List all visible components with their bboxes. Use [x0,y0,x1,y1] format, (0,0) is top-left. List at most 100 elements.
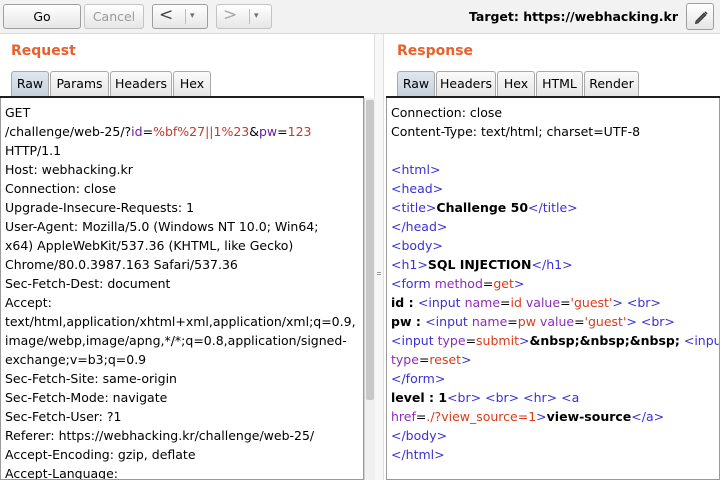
html-tag: <h1> [391,257,428,272]
back-arrow-icon: < [159,5,174,25]
html-tag: <hr> [523,390,558,405]
request-line: Connection: close [5,181,117,196]
html-tag: </title> [528,200,578,215]
request-line: x64) AppleWebKit/537.36 (KHTML, like Gec… [5,238,294,253]
html-tag: <input [425,314,468,329]
go-button[interactable]: Go [3,4,81,29]
button-separator [249,9,250,24]
request-line: Referer: https://webhacking.kr/challenge… [5,428,315,443]
attr-name: type [391,352,419,367]
forward-dropdown-icon[interactable]: ▾ [254,5,259,28]
request-line: Sec-Fetch-Site: same-origin [5,371,177,386]
html-tag: </h1> [531,257,573,272]
response-line: href=./?view_source=1>view-source</a> [391,409,665,424]
request-scroll-thumb[interactable] [366,100,374,400]
html-tag: > [461,352,472,367]
html-tag: </head> [391,219,448,234]
tab-response-html[interactable]: HTML [536,71,583,97]
forward-button[interactable]: > ▾ [216,4,272,29]
attr-name: value [525,295,561,310]
response-line: <input type=submit>&nbsp;&nbsp;&nbsp; <i… [391,331,719,350]
response-line: <title>Challenge 50</title> [391,198,715,217]
response-line: <form method=get> [391,276,525,291]
html-tag: </form> [391,371,446,386]
pw-label: pw : [391,314,426,329]
html-tag: <form [391,276,431,291]
request-line: exchange;v=b3;q=0.9 [5,352,147,367]
back-dropdown-icon[interactable]: ▾ [190,5,195,28]
request-line: GET [5,105,31,120]
html-tag: <br> [447,390,482,405]
attr-value: pw [517,314,536,329]
response-line: Connection: close [391,105,503,120]
response-editor[interactable]: Connection: close Content-Type: text/htm… [386,98,720,480]
attr-value: get [493,276,514,291]
request-line: Sec-Fetch-User: ?1 [5,409,122,424]
html-tag: > [518,333,530,348]
splitter-grip[interactable] [377,272,381,275]
response-line: type=reset> [391,352,472,367]
attr-name: value [539,314,575,329]
attr-value: 'guest' [584,314,627,329]
tab-response-headers[interactable]: Headers [436,71,496,97]
toolbar: Go Cancel < ▾ > ▾ Target: https://webhac… [0,0,720,34]
nbsp-text: &nbsp;&nbsp;&nbsp; [529,333,680,348]
tab-request-params[interactable]: Params [50,71,109,97]
html-tag: </html> [391,447,445,462]
html-tag: <html> [391,162,441,177]
tab-response-raw[interactable]: Raw [397,71,435,97]
request-line: image/webp,image/apng,*/*;q=0.8,applicat… [5,333,347,348]
html-tag: > [513,276,525,291]
html-tag: > [612,295,623,310]
response-line: </form> [391,369,715,388]
path-text: /challenge/web-25/? [5,124,132,139]
html-tag: <input [391,333,434,348]
response-line: <h1>SQL INJECTION</h1> [391,255,715,274]
response-line: </head> [391,217,715,236]
tab-response-render[interactable]: Render [584,71,639,97]
response-line: Content-Type: text/html; charset=UTF-8 [391,124,641,139]
equals-sign: = [277,124,288,139]
request-title: Request [11,43,76,59]
response-title: Response [397,43,474,59]
html-tag: </body> [391,428,448,443]
attr-name: name [464,295,501,310]
request-line: Sec-Fetch-Dest: document [5,276,171,291]
attr-name: type [437,333,466,348]
tab-response-hex[interactable]: Hex [497,71,535,97]
request-line: Upgrade-Insecure-Requests: 1 [5,200,195,215]
param-name: id [131,124,143,139]
attr-value: submit [476,333,519,348]
html-tag: <input [683,333,719,348]
panel-splitter[interactable] [374,34,384,480]
tab-request-raw[interactable]: Raw [11,71,49,97]
response-line [391,141,715,160]
request-line: Chrome/80.0.3987.163 Safari/537.36 [5,257,238,272]
tab-request-hex[interactable]: Hex [173,71,211,97]
request-editor[interactable]: GET /challenge/web-25/?id=%bf%27||1%23&p… [0,98,364,480]
html-tag: <br> [640,314,675,329]
response-line: id : <input name=id value='guest'> <br> [391,295,661,310]
ampersand: & [249,124,259,139]
attr-name: name [471,314,508,329]
edit-target-button[interactable] [686,3,714,30]
tab-request-headers[interactable]: Headers [110,71,172,97]
request-scrollbar[interactable] [364,98,375,480]
attr-name: method [434,276,483,291]
request-line: Host: webhacking.kr [5,162,133,177]
request-line: Accept: [5,295,52,310]
html-tag: <br> [485,390,520,405]
html-tag: > [536,409,547,424]
link-text: view-source [546,409,632,424]
response-line: <html> [391,160,715,179]
back-button[interactable]: < ▾ [152,4,208,29]
attr-value: 'guest' [570,295,613,310]
param-name: pw [258,124,278,139]
response-line: </body> [391,426,715,445]
level-text: level : 1 [391,390,448,405]
cancel-button[interactable]: Cancel [84,4,144,29]
request-line: /challenge/web-25/?id=%bf%27||1%23&pw=12… [5,122,359,141]
html-tag: <title> [391,200,437,215]
target-label: Target: https://webhacking.kr [468,9,678,24]
response-line: <body> [391,236,715,255]
